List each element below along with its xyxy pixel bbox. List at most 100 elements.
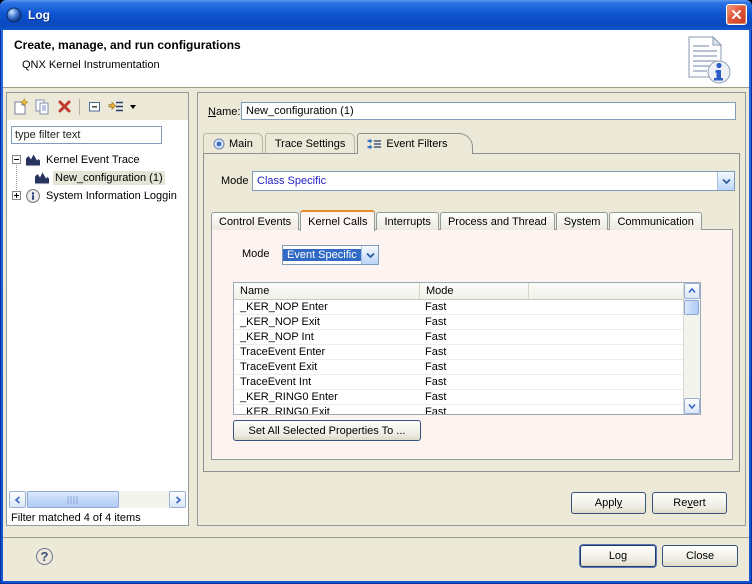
window-title: Log — [28, 8, 50, 22]
configuration-name-input[interactable] — [241, 102, 736, 120]
cell-mode: Fast — [419, 391, 528, 403]
duplicate-configuration-icon[interactable] — [34, 98, 51, 115]
tree-item-new-configuration[interactable]: New_configuration (1) — [30, 169, 165, 186]
cell-name: TraceEvent Enter — [234, 346, 419, 358]
footer-separator — [3, 537, 749, 538]
mode-event-combo[interactable]: Event Specific — [282, 245, 379, 265]
close-button[interactable]: Close — [662, 545, 738, 567]
table-row[interactable]: _KER_RING0 Exit Fast — [234, 405, 700, 415]
cell-mode: Fast — [419, 331, 528, 343]
tab-process-and-thread[interactable]: Process and Thread — [440, 212, 555, 230]
set-all-selected-properties-button[interactable]: Set All Selected Properties To ... — [233, 420, 421, 441]
tree-item-system-information-logging[interactable]: System Information Loggin — [12, 187, 179, 204]
mode-label: Mode — [242, 248, 270, 260]
table-vertical-scrollbar[interactable] — [683, 283, 700, 414]
tab-communication[interactable]: Communication — [609, 212, 701, 230]
tree-item-label[interactable]: System Information Loggin — [44, 189, 179, 203]
kernel-calls-table: Name Mode _KER_NOP Enter Fast _KER_NOP E… — [233, 282, 701, 415]
cell-name: _KER_NOP Enter — [234, 301, 419, 313]
expand-expander-icon[interactable] — [12, 191, 21, 200]
cell-name: _KER_RING0 Exit — [234, 406, 419, 415]
tree-item-label[interactable]: New_configuration (1) — [53, 171, 165, 185]
scroll-down-button[interactable] — [684, 398, 700, 414]
filter-launch-configurations-icon[interactable] — [108, 98, 125, 115]
event-filters-tab-icon — [367, 137, 382, 151]
cell-name: TraceEvent Exit — [234, 361, 419, 373]
mode-class-combo[interactable]: Class Specific — [252, 171, 735, 191]
configurations-sidebar: Kernel Event Trace New_configuration (1) — [6, 92, 189, 526]
cell-name: TraceEvent Int — [234, 376, 419, 388]
filter-matched-status: Filter matched 4 of 4 items — [11, 512, 141, 524]
cell-name: _KER_NOP Int — [234, 331, 419, 343]
sidebar-horizontal-scrollbar[interactable] — [9, 491, 186, 508]
tab-label: Main — [229, 138, 253, 150]
column-header-extra[interactable] — [528, 283, 700, 299]
scrollbar-thumb[interactable] — [684, 300, 699, 315]
tab-label: Communication — [617, 216, 693, 228]
filter-text-input[interactable] — [11, 126, 162, 144]
table-row[interactable]: _KER_NOP Int Fast — [234, 330, 700, 345]
configuration-tab-strip: Main Trace Settings Event Filters — [203, 133, 475, 153]
delete-configuration-icon[interactable] — [56, 98, 73, 115]
trace-config-icon — [25, 152, 41, 167]
cell-mode: Fast — [419, 346, 528, 358]
tab-label: Kernel Calls — [308, 216, 367, 228]
configuration-detail-panel: Name: Main Trace Settings — [197, 92, 746, 526]
combo-dropdown-button[interactable] — [717, 172, 734, 190]
table-row[interactable]: TraceEvent Enter Fast — [234, 345, 700, 360]
table-header: Name Mode — [234, 283, 700, 300]
table-row[interactable]: _KER_RING0 Enter Fast — [234, 390, 700, 405]
tree-item-label[interactable]: Kernel Event Trace — [44, 153, 142, 167]
scrollbar-track[interactable] — [26, 491, 169, 508]
scrollbar-thumb[interactable] — [27, 491, 119, 508]
tab-main[interactable]: Main — [203, 133, 263, 153]
table-row[interactable]: TraceEvent Exit Fast — [234, 360, 700, 375]
combo-dropdown-button[interactable] — [361, 246, 378, 264]
tree-item-kernel-event-trace[interactable]: Kernel Event Trace — [12, 151, 142, 168]
event-filters-tab-body: Mode Class Specific Control Events Kerne… — [203, 153, 740, 472]
tab-label: Event Filters — [386, 138, 447, 150]
table-row[interactable]: _KER_NOP Enter Fast — [234, 300, 700, 315]
page-title: Create, manage, and run configurations — [14, 38, 241, 52]
tab-trace-settings[interactable]: Trace Settings — [265, 133, 356, 153]
tab-event-filters[interactable]: Event Filters — [357, 133, 472, 154]
log-button[interactable]: Log — [580, 545, 656, 567]
tab-kernel-calls[interactable]: Kernel Calls — [300, 210, 375, 231]
column-header-name[interactable]: Name — [234, 283, 419, 299]
collapse-expander-icon[interactable] — [12, 155, 21, 164]
tab-label: Process and Thread — [448, 216, 547, 228]
tab-label: System — [564, 216, 601, 228]
new-configuration-icon[interactable] — [12, 98, 29, 115]
kernel-calls-pane: Mode Event Specific Name Mode — [211, 229, 733, 460]
system-info-icon — [25, 188, 41, 204]
cell-mode: Fast — [419, 406, 528, 415]
mode-combo-value: Class Specific — [253, 175, 717, 187]
help-button[interactable]: ? — [36, 548, 53, 565]
apply-button[interactable]: Apply — [571, 492, 646, 514]
collapse-all-icon[interactable] — [86, 98, 103, 115]
close-icon — [731, 9, 742, 20]
tab-system[interactable]: System — [556, 212, 609, 230]
revert-button[interactable]: Revert — [652, 492, 727, 514]
cell-name: _KER_RING0 Enter — [234, 391, 419, 403]
scroll-left-button[interactable] — [9, 491, 26, 508]
event-class-tab-strip: Control Events Kernel Calls Interrupts P… — [211, 210, 703, 230]
toolbar-menu-caret[interactable] — [130, 105, 136, 109]
scroll-right-button[interactable] — [169, 491, 186, 508]
table-row[interactable]: TraceEvent Int Fast — [234, 375, 700, 390]
close-window-button[interactable] — [726, 4, 747, 25]
tab-label: Interrupts — [384, 216, 430, 228]
cell-name: _KER_NOP Exit — [234, 316, 419, 328]
toolbar-separator — [79, 99, 80, 115]
tab-control-events[interactable]: Control Events — [211, 212, 299, 230]
cell-mode: Fast — [419, 361, 528, 373]
trace-config-icon — [34, 170, 50, 185]
scrollbar-track[interactable] — [684, 299, 700, 398]
tab-interrupts[interactable]: Interrupts — [376, 212, 438, 230]
table-row[interactable]: _KER_NOP Exit Fast — [234, 315, 700, 330]
column-header-mode[interactable]: Mode — [419, 283, 528, 299]
name-label: Name: — [208, 106, 240, 118]
tab-label: Control Events — [219, 216, 291, 228]
scroll-up-button[interactable] — [684, 283, 700, 299]
title-bar[interactable]: Log — [0, 0, 752, 30]
